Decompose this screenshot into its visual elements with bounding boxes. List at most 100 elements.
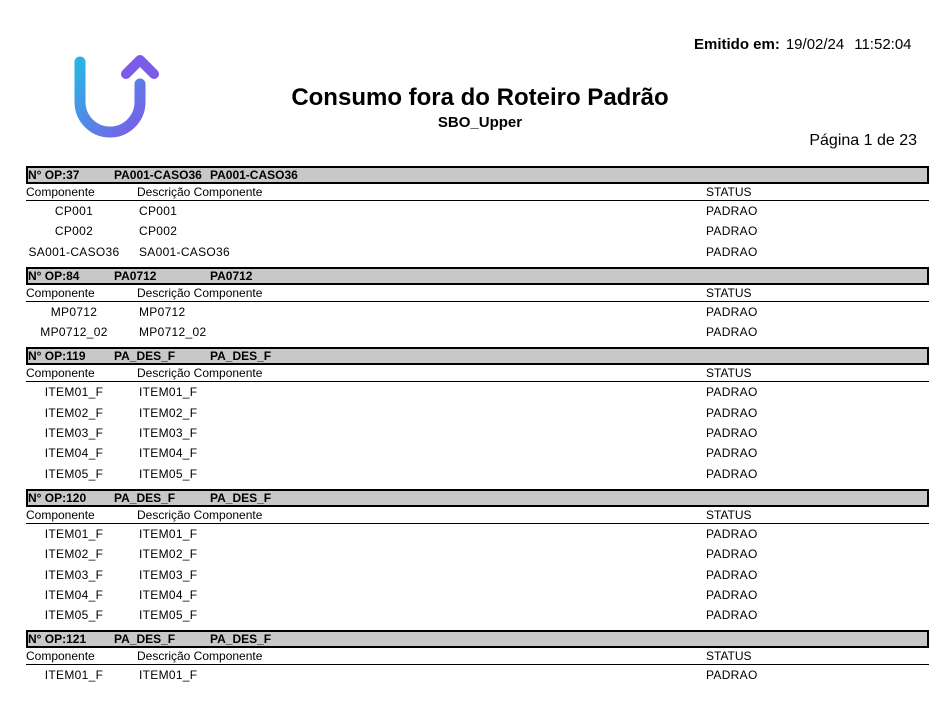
col-status: STATUS [706, 285, 752, 300]
op-product-desc: PA_DES_F [210, 490, 272, 505]
op-product-desc: PA0712 [210, 268, 253, 283]
col-status: STATUS [706, 649, 752, 664]
col-descricao: Descrição Componente [137, 285, 263, 300]
page-indicator: Página 1 de 23 [809, 132, 917, 149]
row-componente: ITEM01_F [44, 526, 104, 541]
op-product-code: PA_DES_F [114, 490, 176, 505]
op-number: N° OP:84 [28, 268, 80, 283]
op-product-code: PA001-CASO36 [114, 168, 202, 182]
column-headers: Componente Descrição Componente STATUS [26, 365, 929, 383]
row-componente: ITEM03_F [44, 426, 104, 441]
op-number: N° OP:37 [28, 168, 80, 182]
op-product-desc: PA001-CASO36 [210, 168, 298, 182]
row-descricao: ITEM05_F [139, 608, 198, 623]
op-section: N° OP:121 PA_DES_F PA_DES_F Componente Descr… [26, 630, 929, 685]
row-status: PADRAO [706, 466, 758, 481]
row-componente: MP0712 [50, 304, 98, 319]
row-componente: ITEM01_F [44, 668, 104, 683]
row-status: PADRAO [706, 446, 758, 461]
col-descricao: Descrição Componente [137, 185, 263, 199]
row-componente: ITEM01_F [44, 385, 104, 400]
emission-info: Emitido em: 19/02/24 11:52:04 [694, 36, 912, 53]
row-descricao: MP0712 [139, 304, 186, 319]
col-componente: Componente [26, 649, 95, 664]
col-status: STATUS [706, 507, 752, 522]
row-componente: ITEM04_F [44, 587, 104, 602]
emitido-date: 19/02/24 [785, 36, 845, 53]
row-status: PADRAO [706, 426, 758, 441]
row-descricao: CP001 [139, 204, 178, 218]
table-row: ITEM01_F ITEM01_F PADRAO [26, 382, 929, 402]
column-headers: Componente Descrição Componente STATUS [26, 507, 929, 524]
op-number: N° OP:119 [28, 349, 86, 364]
report-sections: N° OP:37 PA001-CASO36 PA001-CASO36 Componen… [26, 166, 929, 691]
row-componente: ITEM02_F [44, 405, 104, 420]
row-descricao: ITEM04_F [139, 446, 198, 461]
row-descricao: MP0712_02 [139, 325, 207, 340]
column-headers: Componente Descrição Componente STATUS [26, 184, 929, 201]
row-status: PADRAO [706, 304, 758, 319]
col-descricao: Descrição Componente [137, 649, 263, 664]
table-row: ITEM02_F ITEM02_F PADRAO [26, 544, 929, 564]
row-componente: ITEM05_F [44, 608, 104, 623]
table-row: ITEM03_F ITEM03_F PADRAO [26, 423, 929, 443]
op-header: N° OP:119 PA_DES_F PA_DES_F [26, 347, 929, 366]
report-subtitle: SBO_Upper [437, 114, 523, 131]
table-row: ITEM05_F ITEM05_F PADRAO [26, 464, 929, 484]
table-row: ITEM04_F ITEM04_F PADRAO [26, 585, 929, 605]
col-componente: Componente [26, 366, 95, 381]
op-section: N° OP:119 PA_DES_F PA_DES_F Componente Descr… [26, 347, 929, 483]
column-headers: Componente Descrição Componente STATUS [26, 648, 929, 666]
col-descricao: Descrição Componente [137, 366, 263, 381]
table-row: ITEM01_F ITEM01_F PADRAO [26, 524, 929, 544]
report-title: Consumo fora do Roteiro Padrão [291, 84, 669, 111]
row-descricao: ITEM04_F [139, 587, 198, 602]
op-product-desc: PA_DES_F [210, 349, 272, 364]
row-status: PADRAO [706, 526, 758, 541]
table-row: CP002 CP002 PADRAO [26, 221, 929, 241]
op-number: N° OP:120 [28, 490, 87, 505]
table-row: MP0712 MP0712 PADRAO [26, 302, 929, 322]
row-status: PADRAO [706, 385, 758, 400]
emitido-label: Emitido em: [694, 36, 780, 53]
op-product-code: PA0712 [114, 268, 157, 283]
row-descricao: ITEM03_F [139, 426, 198, 441]
col-descricao: Descrição Componente [137, 507, 263, 522]
op-header: N° OP:37 PA001-CASO36 PA001-CASO36 [26, 166, 929, 184]
op-header: N° OP:120 PA_DES_F PA_DES_F [26, 488, 929, 507]
row-status: PADRAO [706, 325, 758, 340]
row-componente: ITEM04_F [44, 446, 104, 461]
col-status: STATUS [706, 366, 752, 381]
row-descricao: ITEM03_F [139, 567, 198, 582]
col-componente: Componente [26, 507, 95, 522]
table-row: CP001 CP001 PADRAO [26, 201, 929, 221]
op-section: N° OP:120 PA_DES_F PA_DES_F Componente Descr… [26, 488, 929, 625]
table-row: ITEM03_F ITEM03_F PADRAO [26, 565, 929, 585]
emitido-time: 11:52:04 [854, 36, 912, 53]
table-row: MP0712_02 MP0712_02 PADRAO [26, 322, 929, 342]
op-header: N° OP:121 PA_DES_F PA_DES_F [26, 630, 929, 649]
row-status: PADRAO [706, 224, 758, 239]
op-section: N° OP:37 PA001-CASO36 PA001-CASO36 Componen… [26, 166, 929, 262]
op-product-code: PA_DES_F [114, 349, 176, 364]
op-header: N° OP:84 PA0712 PA0712 [26, 266, 929, 285]
row-status: PADRAO [706, 405, 758, 420]
row-descricao: CP002 [139, 224, 178, 239]
row-componente: ITEM05_F [44, 466, 104, 481]
col-status: STATUS [706, 185, 752, 199]
row-status: PADRAO [706, 567, 758, 582]
row-status: PADRAO [706, 547, 758, 562]
row-status: PADRAO [706, 587, 758, 602]
row-componente: ITEM03_F [44, 567, 104, 582]
table-row: ITEM04_F ITEM04_F PADRAO [26, 443, 929, 463]
row-componente: CP002 [54, 224, 94, 239]
row-descricao: ITEM02_F [139, 405, 198, 420]
column-headers: Componente Descrição Componente STATUS [26, 285, 929, 302]
table-row: ITEM02_F ITEM02_F PADRAO [26, 403, 929, 423]
table-row: ITEM01_F ITEM01_F PADRAO [26, 665, 929, 685]
row-status: PADRAO [706, 668, 758, 683]
row-status: PADRAO [706, 608, 758, 623]
row-descricao: ITEM01_F [139, 668, 198, 683]
row-status: PADRAO [706, 204, 758, 218]
row-componente: MP0712_02 [40, 325, 108, 340]
